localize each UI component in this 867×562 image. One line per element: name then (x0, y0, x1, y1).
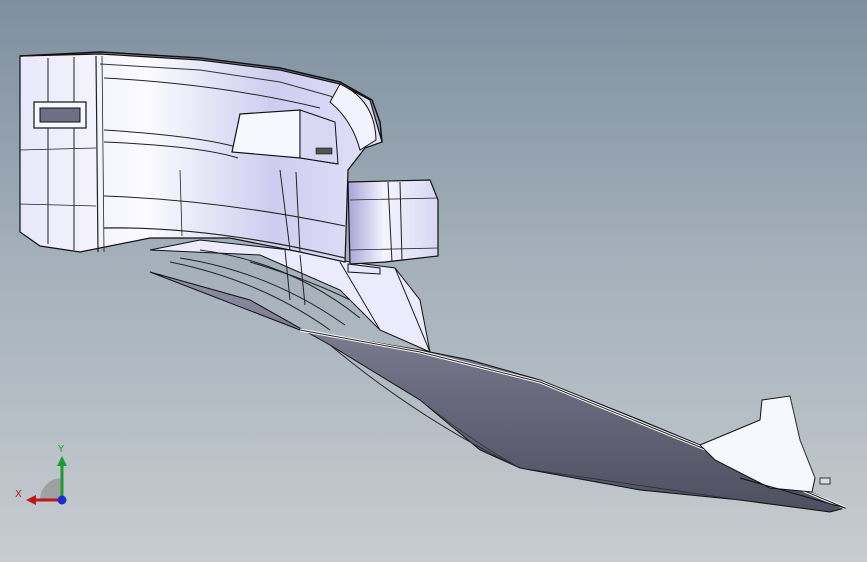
z-axis-dot (57, 495, 67, 505)
3d-model-view[interactable] (0, 0, 867, 562)
graphics-viewport[interactable]: Y X (0, 0, 867, 562)
motor-box[interactable] (347, 179, 439, 275)
access-window[interactable] (33, 101, 87, 129)
x-axis-label: X (15, 489, 22, 500)
blade-body[interactable] (149, 271, 847, 513)
coordinate-triad: Y X (15, 444, 67, 505)
y-axis-label: Y (57, 444, 65, 455)
